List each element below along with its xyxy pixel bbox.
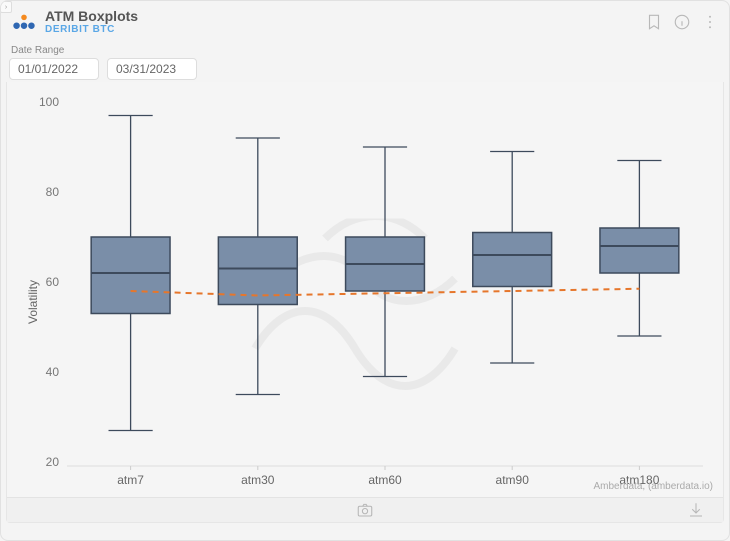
more-icon[interactable] bbox=[701, 13, 719, 31]
page-subtitle: DERIBIT BTC bbox=[45, 24, 138, 35]
svg-text:atm60: atm60 bbox=[368, 473, 402, 487]
boxplot-chart: 20406080100atm7atm30atm60atm90atm180 bbox=[7, 82, 723, 522]
header-titles: ATM Boxplots DERIBIT BTC bbox=[45, 9, 138, 35]
header: ATM Boxplots DERIBIT BTC bbox=[1, 1, 729, 41]
page-title: ATM Boxplots bbox=[45, 9, 138, 24]
y-axis-label: Volatility bbox=[26, 280, 40, 324]
date-to-input[interactable]: 03/31/2023 bbox=[107, 58, 197, 80]
download-icon[interactable] bbox=[687, 501, 705, 519]
controls: Date Range 01/01/2022 03/31/2023 bbox=[1, 41, 729, 82]
amberdata-logo-icon bbox=[11, 13, 37, 31]
bookmark-icon[interactable] bbox=[645, 13, 663, 31]
svg-text:60: 60 bbox=[46, 275, 60, 289]
app-frame: ATM Boxplots DERIBIT BTC Date Range 01/0… bbox=[0, 0, 730, 541]
header-actions bbox=[645, 13, 719, 31]
date-range-label: Date Range bbox=[11, 45, 721, 56]
info-icon[interactable] bbox=[673, 13, 691, 31]
date-range-row: 01/01/2022 03/31/2023 bbox=[9, 58, 721, 80]
attribution-text: Amberdata, (amberdata.io) bbox=[593, 481, 713, 492]
date-from-input[interactable]: 01/01/2022 bbox=[9, 58, 99, 80]
svg-text:100: 100 bbox=[39, 95, 59, 109]
svg-text:40: 40 bbox=[46, 365, 60, 379]
plot-area: 20406080100atm7atm30atm60atm90atm180 Vol… bbox=[6, 82, 724, 523]
svg-text:80: 80 bbox=[46, 185, 60, 199]
svg-text:atm7: atm7 bbox=[117, 473, 144, 487]
svg-text:atm90: atm90 bbox=[496, 473, 530, 487]
svg-text:atm30: atm30 bbox=[241, 473, 275, 487]
plot-footer bbox=[7, 497, 723, 522]
expand-panel-toggle[interactable]: › bbox=[0, 1, 12, 13]
camera-icon[interactable] bbox=[356, 501, 374, 519]
svg-text:20: 20 bbox=[46, 455, 60, 469]
